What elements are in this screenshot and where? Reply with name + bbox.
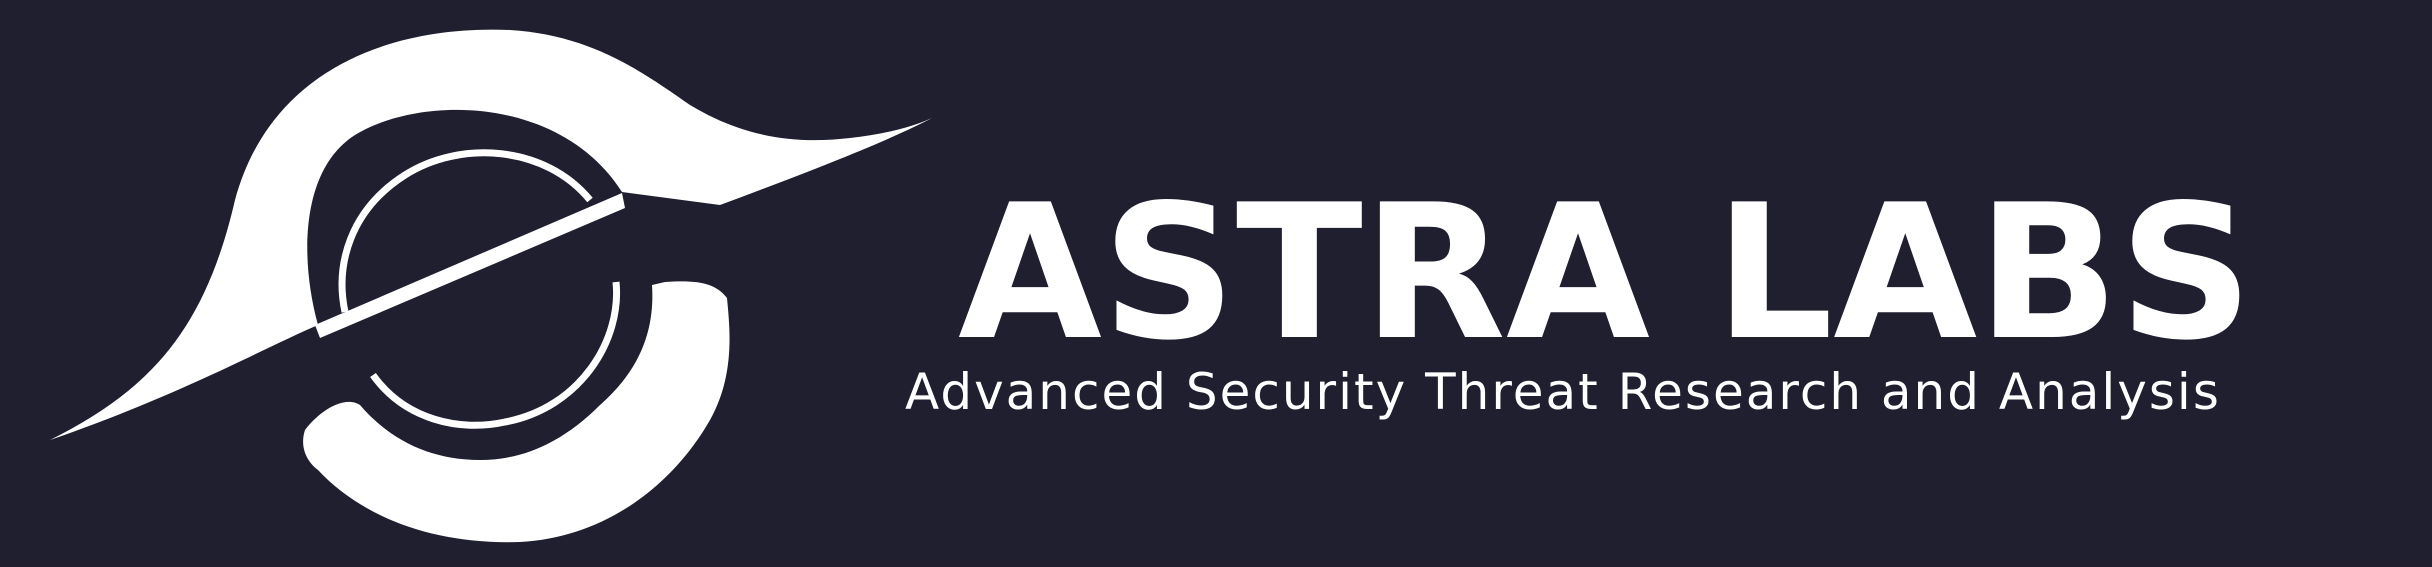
logo-inner-arc-lower: [370, 281, 621, 429]
brand-banner: ASTRA LABS Advanced Security Threat Rese…: [0, 0, 2432, 567]
logo-upper-swoosh: [50, 29, 932, 440]
astra-logo-icon: [50, 29, 932, 543]
brand-tagline: Advanced Security Threat Research and An…: [905, 363, 2221, 421]
brand-title: ASTRA LABS: [958, 164, 2253, 381]
logo-lower-swoosh: [303, 281, 730, 543]
